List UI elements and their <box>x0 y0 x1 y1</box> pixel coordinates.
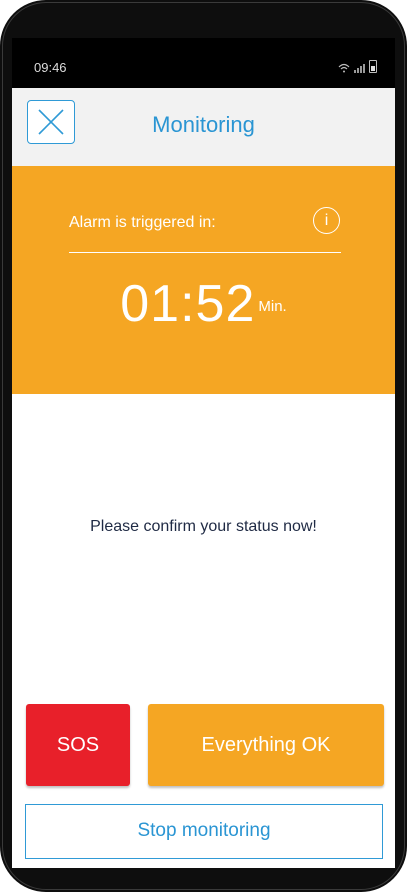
alarm-label: Alarm is triggered in: <box>69 214 216 231</box>
alarm-divider <box>69 252 341 253</box>
status-time: 09:46 <box>34 60 67 75</box>
sos-button[interactable]: SOS <box>26 704 130 786</box>
wifi-icon <box>338 63 350 73</box>
stop-monitoring-button[interactable]: Stop monitoring <box>25 804 383 859</box>
status-bar: 09:46 <box>12 38 395 88</box>
signal-icon <box>354 64 365 73</box>
everything-ok-button[interactable]: Everything OK <box>148 704 384 786</box>
status-icons <box>338 60 377 73</box>
page-title: Monitoring <box>152 112 255 137</box>
header-bar: Monitoring <box>12 88 395 166</box>
status-prompt: Please confirm your status now! <box>90 518 317 535</box>
info-icon[interactable]: i <box>313 207 340 234</box>
countdown-unit: Min. <box>258 298 287 315</box>
battery-icon <box>369 60 377 73</box>
countdown-value: 01:52 <box>120 275 256 333</box>
countdown: 01:52 Min. <box>12 274 395 334</box>
app-screen: 09:46 Monitoring Alarm is triggered in: … <box>12 38 395 868</box>
alarm-panel: Alarm is triggered in: i 01:52 Min. <box>12 166 395 394</box>
phone-frame: 09:46 Monitoring Alarm is triggered in: … <box>0 0 407 892</box>
